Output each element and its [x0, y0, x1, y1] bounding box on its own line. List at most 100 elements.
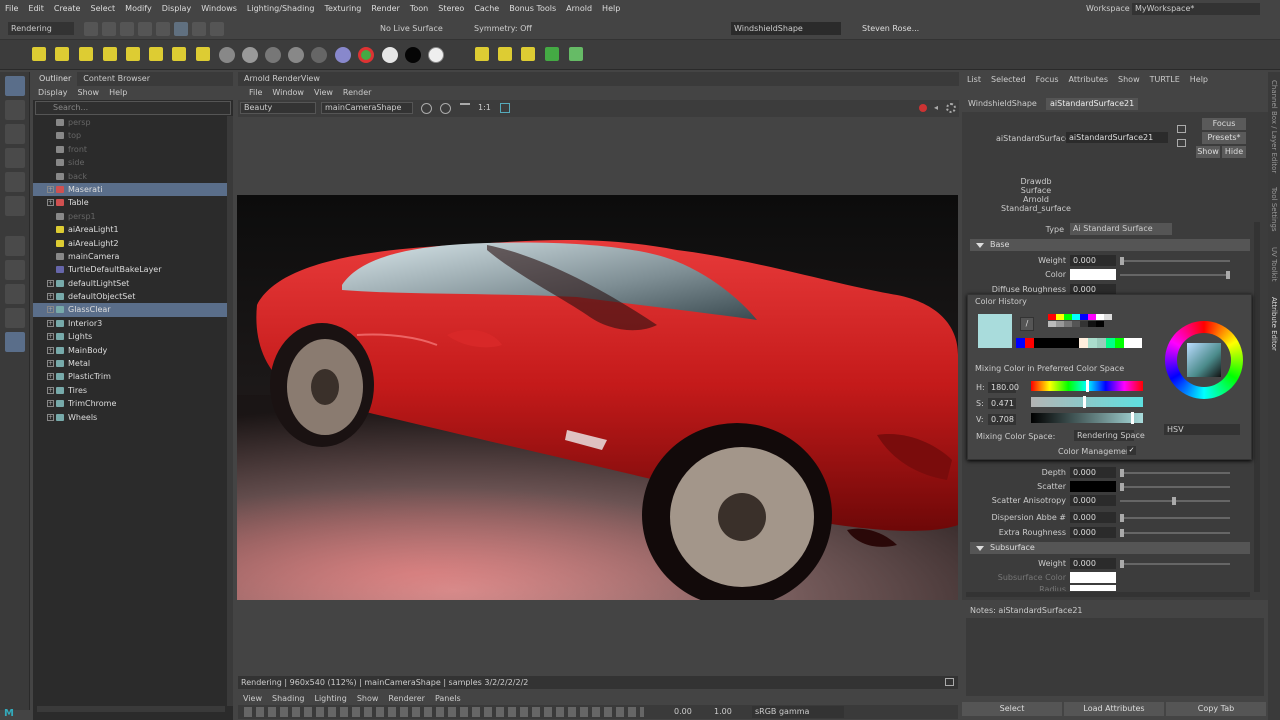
- viewport-tool-icons[interactable]: [244, 707, 644, 717]
- vp-menu-show[interactable]: Show: [352, 693, 384, 705]
- tab-channel-box[interactable]: Channel Box / Layer Editor: [1270, 80, 1278, 173]
- snap-curve-icon[interactable]: [210, 22, 224, 36]
- vp-menu-panels[interactable]: Panels: [430, 693, 466, 705]
- ss-weight-slider[interactable]: [1120, 560, 1230, 568]
- snap-grid-icon[interactable]: [192, 22, 206, 36]
- outliner-scrollbar[interactable]: [227, 116, 233, 706]
- ratio-label[interactable]: 1:1: [478, 103, 491, 112]
- ss-weight-field[interactable]: 0.000: [1070, 558, 1116, 569]
- outliner-item[interactable]: + Maserati: [33, 182, 233, 197]
- outliner-item[interactable]: + GlassClear: [33, 303, 233, 317]
- expand-plus-icon[interactable]: +: [47, 319, 54, 327]
- sphere-surface-icon[interactable]: [311, 47, 327, 63]
- slider-knob[interactable]: [1131, 412, 1134, 424]
- ambient-light-icon[interactable]: [172, 47, 186, 61]
- debug-shading-icon[interactable]: [460, 103, 470, 113]
- ae-menu-help[interactable]: Help: [1185, 72, 1213, 88]
- hide-button[interactable]: Hide: [1222, 146, 1246, 158]
- menu-texturing[interactable]: Texturing: [319, 0, 366, 18]
- history-swatch[interactable]: [1056, 321, 1064, 327]
- point-light-icon[interactable]: [79, 47, 93, 61]
- gamma-value[interactable]: 1.00: [714, 706, 732, 718]
- palette-swatch[interactable]: [1079, 338, 1088, 348]
- weight-slider[interactable]: [1120, 257, 1230, 265]
- paste-icon[interactable]: [1177, 139, 1186, 147]
- node-name-field[interactable]: aiStandardSurface21: [1066, 132, 1168, 143]
- rv-menu-file[interactable]: File: [244, 86, 267, 100]
- outliner-search-input[interactable]: Search...: [35, 101, 231, 115]
- outliner-item[interactable]: + Interior3: [33, 317, 233, 330]
- slider-knob[interactable]: [1086, 380, 1089, 392]
- slider-knob[interactable]: [1120, 529, 1124, 537]
- ae-tab-windshield[interactable]: WindshieldShape: [968, 98, 1037, 110]
- outliner-menu-display[interactable]: Display: [33, 86, 73, 100]
- menu-edit[interactable]: Edit: [23, 0, 49, 18]
- palette-swatch[interactable]: [1043, 338, 1052, 348]
- expand-plus-icon[interactable]: +: [47, 199, 54, 207]
- black-shader-icon[interactable]: [405, 47, 421, 63]
- ipr-icon[interactable]: [498, 47, 512, 61]
- v-field[interactable]: 0.708: [988, 414, 1016, 425]
- show-button[interactable]: Show: [1196, 146, 1220, 158]
- palette-swatch[interactable]: [1133, 338, 1142, 348]
- glass-shader-icon[interactable]: [428, 47, 444, 63]
- tab-attribute-editor[interactable]: Attribute Editor: [1270, 297, 1278, 351]
- menu-toon[interactable]: Toon: [405, 0, 433, 18]
- palette-swatch[interactable]: [1016, 338, 1025, 348]
- color-triangle[interactable]: [1187, 343, 1221, 377]
- slider-knob[interactable]: [1172, 497, 1176, 505]
- ae-menu-list[interactable]: List: [962, 72, 986, 88]
- expand-plus-icon[interactable]: +: [47, 185, 54, 193]
- redo-icon[interactable]: [156, 22, 170, 36]
- white-shader-icon[interactable]: [382, 47, 398, 63]
- lasso-tool-icon[interactable]: [5, 100, 25, 120]
- history-swatch[interactable]: [1048, 314, 1056, 320]
- ss-color-swatch[interactable]: [1070, 572, 1116, 583]
- slider-knob[interactable]: [1120, 560, 1124, 568]
- color-management-checkbox[interactable]: ✓: [1127, 446, 1136, 455]
- color-mode-dropdown[interactable]: HSV: [1164, 424, 1240, 435]
- ae-menu-show[interactable]: Show: [1113, 72, 1145, 88]
- sphere-lambert-icon[interactable]: [242, 47, 258, 63]
- expand-plus-icon[interactable]: +: [47, 386, 54, 394]
- eyedropper-icon[interactable]: /: [1020, 317, 1034, 331]
- menu-file[interactable]: File: [0, 0, 23, 18]
- outliner-menu-show[interactable]: Show: [73, 86, 105, 100]
- depth-field[interactable]: 0.000: [1070, 467, 1116, 478]
- outliner-item[interactable]: persp1: [33, 210, 233, 223]
- presets-button[interactable]: Presets*: [1202, 132, 1246, 144]
- copy-icon[interactable]: [1177, 125, 1186, 133]
- colorspace-dropdown[interactable]: sRGB gamma: [752, 706, 844, 718]
- notes-textarea[interactable]: [966, 618, 1264, 696]
- select-button[interactable]: Select: [962, 702, 1062, 716]
- slider-knob[interactable]: [1120, 469, 1124, 477]
- ae-menu-focus[interactable]: Focus: [1031, 72, 1064, 88]
- tab-content-browser[interactable]: Content Browser: [77, 72, 156, 86]
- color-history-swatches[interactable]: [1048, 314, 1142, 328]
- s-field[interactable]: 0.471: [988, 398, 1016, 409]
- slider-knob[interactable]: [1083, 396, 1086, 408]
- render-sequence-icon[interactable]: [569, 47, 583, 61]
- scatter-swatch[interactable]: [1070, 481, 1116, 492]
- move-tool-icon[interactable]: [5, 148, 25, 168]
- history-swatch[interactable]: [1080, 321, 1088, 327]
- history-swatch[interactable]: [1096, 321, 1104, 327]
- slider-knob[interactable]: [1226, 271, 1230, 279]
- v-slider[interactable]: [1031, 412, 1143, 424]
- palette-swatch[interactable]: [1106, 338, 1115, 348]
- outliner-item[interactable]: mainCamera: [33, 250, 233, 263]
- ss-radius-swatch[interactable]: [1070, 585, 1116, 591]
- user-account[interactable]: Steven Rose...: [862, 22, 919, 35]
- history-swatch[interactable]: [1096, 314, 1104, 320]
- depth-slider[interactable]: [1120, 469, 1230, 477]
- fit-frame-icon[interactable]: [500, 103, 510, 113]
- slider-knob[interactable]: [1120, 257, 1124, 265]
- ae-hscrollbar[interactable]: [966, 592, 1250, 597]
- live-surface[interactable]: No Live Surface: [380, 22, 443, 35]
- expand-plus-icon[interactable]: +: [47, 360, 54, 368]
- ae-tab-standard-surface[interactable]: aiStandardSurface21: [1046, 98, 1139, 110]
- menu-stereo[interactable]: Stereo: [433, 0, 469, 18]
- slider-knob[interactable]: [1120, 514, 1124, 522]
- crop-region-icon[interactable]: [421, 103, 432, 114]
- expand-plus-icon[interactable]: +: [47, 413, 54, 421]
